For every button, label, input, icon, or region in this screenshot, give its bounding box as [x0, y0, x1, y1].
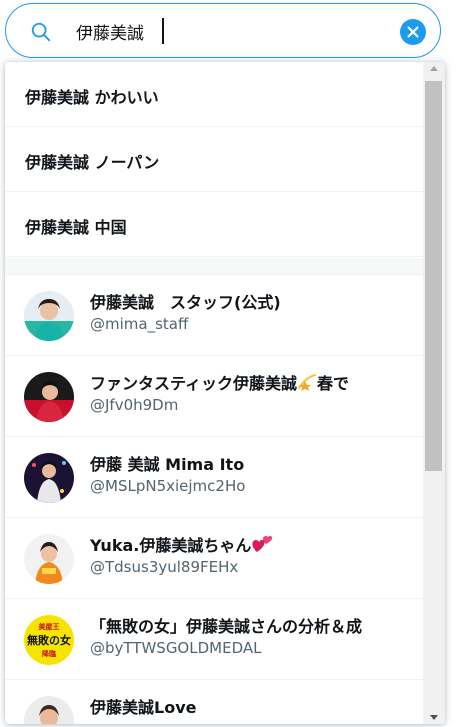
scrollbar[interactable] — [423, 62, 445, 724]
user-result[interactable]: 美屋王 無敗の女 降臨 「無敗の女」伊藤美誠さんの分析＆成 @byTTWSGOL… — [5, 599, 423, 680]
suggestion-item[interactable]: 伊藤美誠 中国 — [5, 192, 423, 257]
user-display-name: ファンタスティック伊藤美誠 春で — [90, 370, 410, 396]
svg-text:降臨: 降臨 — [42, 649, 56, 658]
user-handle: @byTTWSGOLDMEDAL — [90, 639, 262, 657]
user-display-name-text: Yuka.伊藤美誠ちゃん — [90, 536, 252, 555]
two-hearts-icon — [251, 534, 273, 558]
user-display-name: 「無敗の女」伊藤美誠さんの分析＆成 — [90, 617, 363, 636]
svg-text:無敗の女: 無敗の女 — [27, 633, 71, 647]
search-suggestions-dropdown: 伊藤美誠 かわいい 伊藤美誠 ノーパン 伊藤美誠 中国 伊藤美誠 スタッフ(公式… — [5, 62, 445, 724]
close-icon — [407, 26, 419, 38]
search-bar — [5, 3, 441, 58]
user-display-name-suffix: 春で — [317, 374, 350, 393]
user-handle: @Jfv0h9Dm — [90, 396, 179, 414]
user-handle: @mima_staff — [90, 315, 189, 333]
user-handle: @MSLpN5xiejmc2Ho — [90, 477, 246, 495]
user-handle: @Tdsus3yul89FEHx — [90, 558, 239, 576]
avatar — [24, 534, 74, 584]
scroll-up-arrow-icon[interactable] — [430, 66, 438, 71]
user-result[interactable]: ファンタスティック伊藤美誠 春で @Jfv0h9Dm — [5, 356, 423, 437]
suggestion-label: 伊藤美誠 ノーパン — [25, 153, 160, 172]
clear-search-button[interactable] — [400, 19, 426, 45]
search-icon — [31, 22, 51, 42]
avatar — [24, 696, 74, 724]
user-result[interactable]: 伊藤美誠Love — [5, 680, 423, 724]
scrollbar-thumb[interactable] — [425, 81, 442, 471]
shooting-star-icon — [297, 372, 317, 396]
scroll-down-arrow-icon[interactable] — [430, 715, 438, 720]
user-display-name: 伊藤美誠Love — [90, 698, 197, 717]
avatar — [24, 291, 74, 341]
suggestion-item[interactable]: 伊藤美誠 ノーパン — [5, 127, 423, 192]
svg-text:美屋王: 美屋王 — [39, 622, 60, 631]
section-separator — [5, 258, 423, 275]
user-display-name-text: ファンタスティック伊藤美誠 — [90, 374, 298, 393]
user-result[interactable]: 伊藤美誠 スタッフ(公式) @mima_staff — [5, 275, 423, 356]
avatar: 美屋王 無敗の女 降臨 — [24, 615, 74, 665]
search-input[interactable] — [76, 16, 396, 46]
suggestion-label: 伊藤美誠 中国 — [25, 218, 127, 237]
suggestion-label: 伊藤美誠 かわいい — [25, 88, 159, 107]
user-result[interactable]: Yuka.伊藤美誠ちゃん @Tdsus3yul89FEHx — [5, 518, 423, 599]
text-caret — [162, 18, 164, 44]
suggestion-item[interactable]: 伊藤美誠 かわいい — [5, 62, 423, 127]
user-display-name: Yuka.伊藤美誠ちゃん — [90, 532, 410, 558]
suggestions-list: 伊藤美誠 かわいい 伊藤美誠 ノーパン 伊藤美誠 中国 伊藤美誠 スタッフ(公式… — [5, 62, 423, 724]
user-display-name: 伊藤美誠 スタッフ(公式) — [90, 293, 281, 312]
user-display-name: 伊藤 美誠 Mima Ito — [90, 455, 245, 474]
user-result[interactable]: 伊藤 美誠 Mima Ito @MSLpN5xiejmc2Ho — [5, 437, 423, 518]
avatar — [24, 453, 74, 503]
avatar — [24, 372, 74, 422]
